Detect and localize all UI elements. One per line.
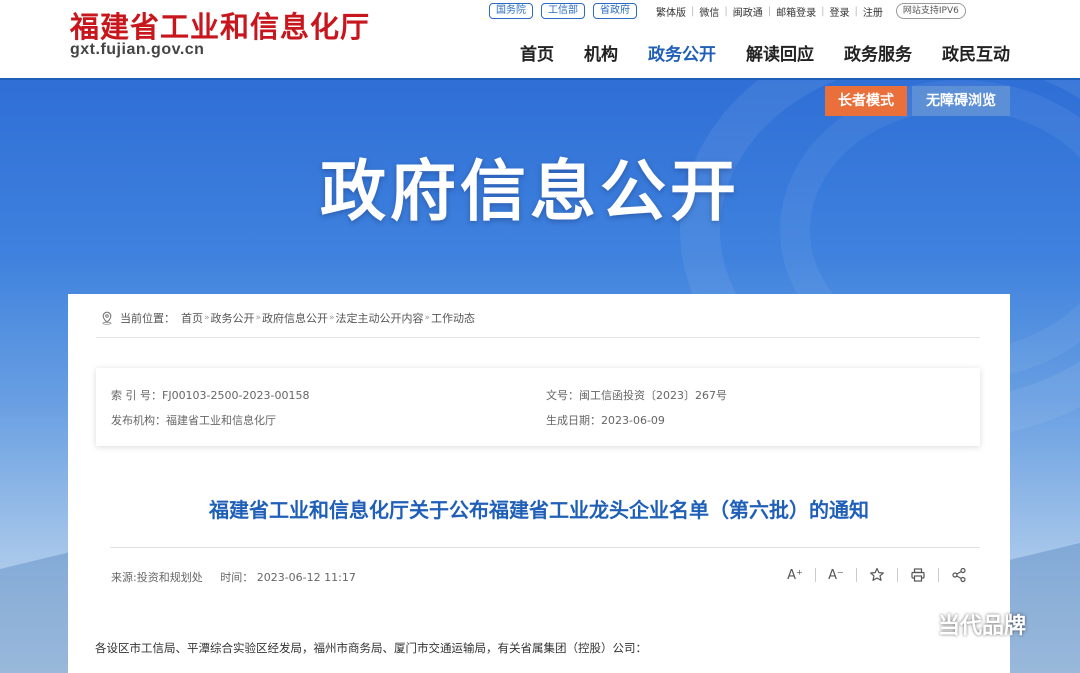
link-mail-login[interactable]: 邮箱登录 [771,4,821,19]
divider [110,547,980,548]
divider [856,568,857,582]
link-state-council[interactable]: 国务院 [489,3,533,19]
breadcrumb: 当前位置： 首页 » 政务公开 » 政府信息公开 » 法定主动公开内容 » 工作… [100,310,475,326]
meta-index-no: 索 引 号：FJ00103-2500-2023-00158 [111,389,310,402]
utility-nav: 繁体版 | 微信 | 闽政通 | 邮箱登录 | 登录 | 注册 [651,4,888,19]
elder-mode-button[interactable]: 长者模式 [825,86,907,116]
watermark-text: 当代品牌 [938,614,1027,639]
site-logo[interactable]: 福建省工业和信息化厅 [70,4,370,46]
meta-doc-no: 文号：闽工信函投资〔2023〕267号 [546,389,727,402]
chevron-right-icon: » [329,313,335,323]
nav-home[interactable]: 首页 [520,40,554,65]
divider [938,568,939,582]
link-province-gov[interactable]: 省政府 [593,3,637,19]
breadcrumb-statutory[interactable]: 法定主动公开内容 [336,310,424,326]
meta-issuer: 发布机构：福建省工业和信息化厅 [111,414,276,427]
breadcrumb-home[interactable]: 首页 [181,310,203,326]
article-time: 时间： 2023-06-12 11:17 [220,571,356,584]
share-icon[interactable] [948,566,970,584]
font-larger-button[interactable]: A⁺ [784,566,806,584]
link-wechat[interactable]: 微信 [694,4,724,19]
wechat-watermark: 当代品牌 [886,608,1026,640]
nav-interpretation[interactable]: 解读回应 [746,40,814,65]
article-source: 来源:投资和规划处 [111,571,203,584]
accessible-mode-button[interactable]: 无障碍浏览 [912,86,1010,116]
divider [96,337,980,338]
article-source-time: 来源:投资和规划处 时间： 2023-06-12 11:17 [111,569,356,585]
article-greeting: 各设区市工信局、平潭综合实验区经发局，福州市商务局、厦门市交通运输局，有关省属集… [95,641,647,655]
meta-date: 生成日期：2023-06-09 [546,414,665,427]
site-header: 福建省工业和信息化厅 gxt.fujian.gov.cn 国务院 工信部 省政府… [0,0,1080,80]
favorite-star-icon[interactable] [866,566,888,584]
print-icon[interactable] [907,566,929,584]
link-minzhengtong[interactable]: 闽政通 [728,4,768,19]
banner-title: 政府信息公开 [320,153,740,230]
top-links: 国务院 工信部 省政府 繁体版 | 微信 | 闽政通 | 邮箱登录 | 登录 | 注册 网… [489,2,966,20]
link-login[interactable]: 登录 [825,4,855,19]
link-register[interactable]: 注册 [858,4,888,19]
nav-organization[interactable]: 机构 [584,40,618,65]
article-tools: A⁺ A⁻ [784,566,970,584]
article-title: 福建省工业和信息化厅关于公布福建省工业龙头企业名单（第六批）的通知 [209,498,869,522]
document-meta-box: 索 引 号：FJ00103-2500-2023-00158 文号：闽工信函投资〔… [96,368,980,446]
divider [815,568,816,582]
nav-interaction[interactable]: 政民互动 [942,40,1010,65]
breadcrumb-label: 当前位置： [120,312,175,325]
nav-gov-services[interactable]: 政务服务 [844,40,912,65]
chevron-right-icon: » [424,313,431,323]
location-pin-icon [102,311,112,325]
wechat-icon [888,610,928,638]
breadcrumb-work-news[interactable]: 工作动态 [431,310,475,326]
link-miit[interactable]: 工信部 [541,3,585,19]
breadcrumb-gov-affairs[interactable]: 政务公开 [211,310,255,326]
chevron-right-icon: » [204,313,210,323]
article-card: 当前位置： 首页 » 政务公开 » 政府信息公开 » 法定主动公开内容 » 工作… [68,294,1010,673]
main-nav: 首页 机构 政务公开 解读回应 政务服务 政民互动 [490,40,1010,65]
nav-gov-affairs-open[interactable]: 政务公开 [648,40,716,65]
chevron-right-icon: » [255,313,262,323]
divider [897,568,898,582]
site-domain: gxt.fujian.gov.cn [70,41,205,58]
breadcrumb-info-open[interactable]: 政府信息公开 [262,310,328,326]
link-traditional[interactable]: 繁体版 [651,4,691,19]
font-smaller-button[interactable]: A⁻ [825,566,847,584]
ipv6-badge: 网站支持IPV6 [895,3,966,19]
